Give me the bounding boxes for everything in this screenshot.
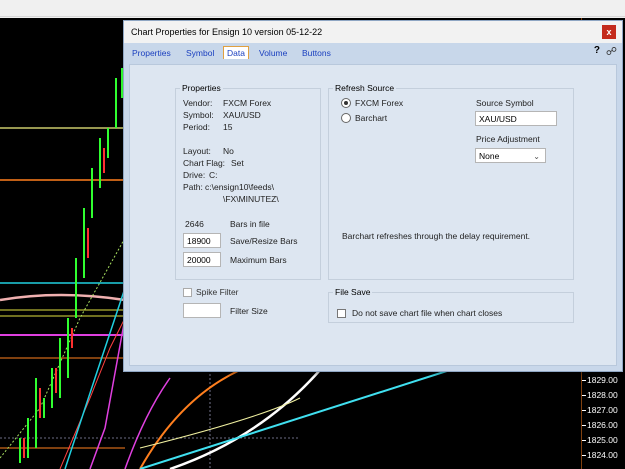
help-icon[interactable]: ? (594, 45, 600, 56)
axis-tick (582, 455, 586, 456)
tab-bar: Properties Symbol Data Volume Buttons ? … (124, 43, 622, 65)
axis-label: 1827.00 (587, 405, 618, 415)
axis-label: 1826.00 (587, 420, 618, 430)
layout-value: No (223, 146, 234, 156)
tab-symbol[interactable]: Symbol (186, 48, 214, 58)
axis-tick (582, 410, 586, 411)
maximum-bars-label: Maximum Bars (230, 255, 287, 265)
close-button[interactable]: x (602, 25, 616, 39)
radio-fxcm-forex-label: FXCM Forex (355, 98, 404, 108)
path-value-line2: \FX\MINUTEZ\ (223, 194, 279, 204)
barchart-note: Barchart refreshes through the delay req… (342, 231, 531, 241)
dialog-titlebar[interactable]: Chart Properties for Ensign 10 version 0… (124, 21, 622, 43)
bars-in-file-label: Bars in file (230, 219, 270, 229)
radio-barchart-label: Barchart (355, 113, 388, 123)
layout-label: Layout: (183, 146, 211, 156)
vendor-value: FXCM Forex (223, 98, 272, 108)
price-adjustment-value: None (479, 151, 500, 161)
period-label: Period: (183, 122, 210, 132)
axis-label: 1824.00 (587, 450, 618, 460)
price-adjustment-select[interactable]: None ⌄ (475, 148, 546, 163)
save-resize-bars-input[interactable]: 18900 (183, 233, 221, 248)
source-symbol-input[interactable]: XAU/USD (475, 111, 557, 126)
filter-size-label: Filter Size (230, 306, 268, 316)
chart-properties-dialog: Chart Properties for Ensign 10 version 0… (123, 20, 623, 372)
maximum-bars-input[interactable]: 20000 (183, 252, 221, 267)
chart-flag-value: Set (231, 158, 244, 168)
symbol-label: Symbol: (183, 110, 214, 120)
axis-tick (582, 425, 586, 426)
file-save-legend: File Save (335, 287, 371, 297)
bars-in-file-value: 2646 (185, 219, 204, 229)
tab-buttons[interactable]: Buttons (302, 48, 331, 58)
tab-volume[interactable]: Volume (259, 48, 287, 58)
chart-flag-label: Chart Flag: (183, 158, 226, 168)
save-resize-bars-label: Save/Resize Bars (230, 236, 298, 246)
axis-tick (582, 380, 586, 381)
properties-legend: Properties (182, 83, 221, 93)
radio-fxcm-forex[interactable] (341, 98, 351, 108)
filter-size-input[interactable] (183, 303, 221, 318)
axis-label: 1829.00 (587, 375, 618, 385)
tab-properties[interactable]: Properties (132, 48, 171, 58)
axis-tick (582, 440, 586, 441)
do-not-save-checkbox[interactable] (337, 309, 346, 318)
drive-value: C: (209, 170, 218, 180)
drive-label: Drive: (183, 170, 206, 180)
dialog-title: Chart Properties for Ensign 10 version 0… (131, 27, 323, 37)
axis-label: 1828.00 (587, 390, 618, 400)
symbol-value: XAU/USD (223, 110, 261, 120)
spike-filter-checkbox[interactable] (183, 288, 192, 297)
source-symbol-label: Source Symbol (476, 98, 534, 108)
path-label: Path: (183, 182, 203, 192)
top-strip (0, 0, 625, 18)
data-tab-panel: Properties Vendor: FXCM Forex Symbol: XA… (129, 64, 617, 366)
tab-data[interactable]: Data (223, 46, 249, 59)
path-value-line1: c:\ensign10\feeds\ (205, 182, 274, 192)
axis-tick (582, 395, 586, 396)
spike-filter-label: Spike Filter (196, 287, 239, 297)
period-value: 15 (223, 122, 233, 132)
axis-label: 1825.00 (587, 435, 618, 445)
price-adjustment-label: Price Adjustment (476, 134, 540, 144)
chevron-down-icon: ⌄ (533, 152, 540, 161)
refresh-source-legend: Refresh Source (335, 83, 395, 93)
radio-barchart[interactable] (341, 113, 351, 123)
vendor-label: Vendor: (183, 98, 213, 108)
camera-icon[interactable]: ☍ (606, 45, 617, 58)
do-not-save-label: Do not save chart file when chart closes (352, 308, 503, 318)
